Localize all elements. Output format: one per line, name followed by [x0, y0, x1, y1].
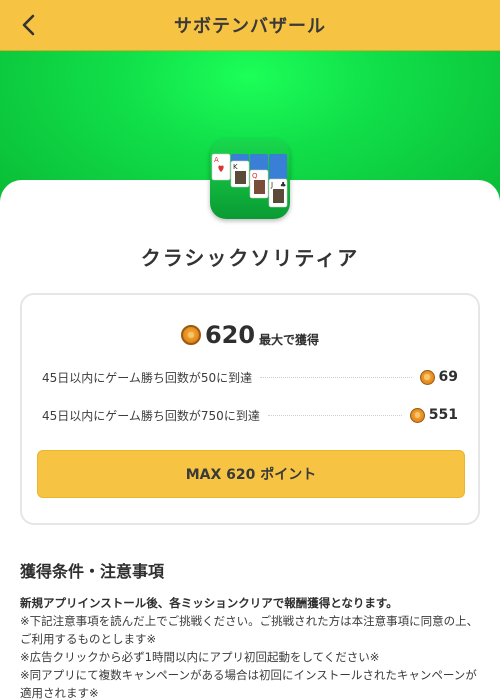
mission-row: 45日以内にゲーム勝ち回数が750に到達 551	[42, 405, 458, 425]
app-name: クラシックソリティア	[140, 246, 360, 270]
mission-reward: 551	[409, 407, 458, 423]
max-reward: 620 最大で獲得	[22, 321, 478, 349]
mission-row: 45日以内にゲーム勝ち回数が50に到達 69	[42, 367, 458, 387]
svg-text:K: K	[233, 163, 238, 171]
svg-text:Q: Q	[252, 172, 258, 180]
mission-label: 45日以内にゲーム勝ち回数が50に到達	[42, 370, 253, 385]
reward-box: 620 最大で獲得 45日以内にゲーム勝ち回数が50に到達 69 45日以内にゲ…	[20, 293, 480, 525]
mission-points: 69	[438, 369, 458, 385]
max-suffix: 最大で獲得	[259, 332, 320, 347]
page: サボテンバザール A K Q J ♣ クラシックソリティア 620 最大で獲得 …	[0, 0, 500, 700]
conditions-text: 新規アプリインストール後、各ミッションクリアで報酬獲得となります。 ※下記注意事…	[20, 594, 480, 700]
dotted-leader	[260, 376, 412, 378]
condition-note: ※同アプリにて複数キャンペーンがある場合は初回にインストールされたキャンペーンが…	[20, 668, 477, 700]
coin-icon	[180, 325, 201, 345]
svg-text:J: J	[270, 181, 273, 189]
max-points: 620	[204, 321, 256, 349]
conditions-lead: 新規アプリインストール後、各ミッションクリアで報酬獲得となります。	[20, 596, 398, 610]
back-button[interactable]	[14, 10, 44, 40]
solitaire-app-icon: A K Q J ♣	[210, 139, 290, 219]
header-bar: サボテンバザール	[0, 0, 500, 51]
condition-note: ※広告クリックから必ず1時間以内にアプリ初回起動をしてください※	[20, 650, 380, 664]
mission-points: 551	[428, 407, 458, 423]
coin-icon	[409, 407, 425, 423]
max-points-button[interactable]: MAX 620 ポイント	[37, 450, 465, 498]
dotted-leader	[267, 414, 402, 416]
mission-label: 45日以内にゲーム勝ち回数が750に到達	[42, 408, 260, 423]
mission-reward: 69	[419, 369, 458, 385]
conditions-title: 獲得条件・注意事項	[20, 562, 165, 581]
svg-text:♣: ♣	[280, 181, 286, 189]
header-title: サボテンバザール	[174, 16, 326, 37]
svg-text:A: A	[214, 156, 219, 164]
chevron-left-icon	[22, 14, 35, 36]
condition-note: ※下記注意事項を読んだ上でご挑戦ください。ご挑戦された方は本注意事項に同意の上、…	[20, 614, 479, 646]
coin-icon	[419, 369, 435, 385]
